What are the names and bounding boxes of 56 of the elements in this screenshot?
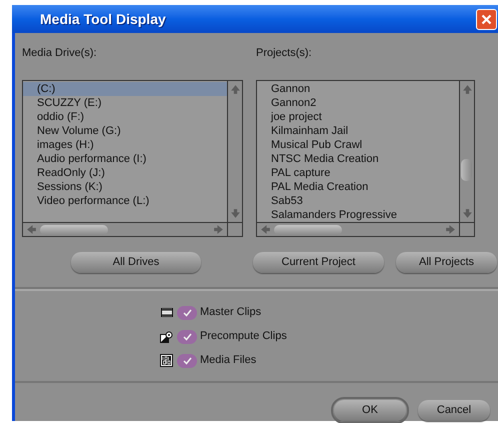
list-item[interactable]: ReadOnly (J:) <box>23 166 227 180</box>
document-gear-icon <box>160 330 173 342</box>
all-drives-button[interactable]: All Drives <box>71 252 201 273</box>
scroll-left-arrow-icon[interactable] <box>26 224 37 235</box>
scroll-left-arrow-icon[interactable] <box>260 224 271 235</box>
close-button[interactable] <box>476 8 497 30</box>
list-item[interactable]: joe project <box>257 110 459 124</box>
list-item[interactable]: Gannon <box>257 82 459 96</box>
list-item[interactable]: (C:) <box>23 82 227 96</box>
scroll-down-arrow-icon[interactable] <box>230 208 240 219</box>
ok-button[interactable]: OK <box>334 400 406 421</box>
list-item[interactable]: Video performance (L:) <box>23 194 227 208</box>
list-label: Media Drive(s): <box>22 46 98 59</box>
current-project-button[interactable]: Current Project <box>253 252 384 273</box>
scroll-down-arrow-icon[interactable] <box>462 208 472 219</box>
list-item[interactable]: Sab53 <box>257 194 459 208</box>
list-item[interactable]: SCUZZY (E:) <box>23 96 227 110</box>
cancel-button[interactable]: Cancel <box>418 400 490 421</box>
list-label: Projects(s): <box>256 46 313 59</box>
scroll-thumb[interactable] <box>461 159 472 181</box>
list-item[interactable]: images (H:) <box>23 138 227 152</box>
scroll-thumb[interactable] <box>40 224 108 234</box>
horizontal-scrollbar[interactable] <box>23 223 227 236</box>
list-item[interactable]: Musical Pub Crawl <box>257 138 459 152</box>
checkbox[interactable] <box>177 354 197 368</box>
list-item[interactable]: Gannon2 <box>257 96 459 110</box>
all-projects-button[interactable]: All Projects <box>396 252 497 273</box>
horizontal-scrollbar[interactable] <box>257 223 459 236</box>
list-item[interactable]: PAL capture <box>257 166 459 180</box>
scroll-up-arrow-icon[interactable] <box>230 84 240 95</box>
list-item[interactable]: Salamanders Progressive <box>257 208 459 222</box>
scroll-up-arrow-icon[interactable] <box>462 84 472 95</box>
option-label: Master Clips <box>200 305 262 320</box>
scroll-right-arrow-icon[interactable] <box>445 224 456 235</box>
window-title: Media Tool Display <box>40 10 166 29</box>
vertical-scrollbar[interactable] <box>227 81 242 222</box>
binary-file-icon <box>160 354 173 367</box>
option-label: Media Files <box>200 353 256 368</box>
check-icon <box>182 308 192 316</box>
list-item[interactable]: New Volume (G:) <box>23 124 227 138</box>
list-item[interactable]: PAL Media Creation <box>257 180 459 194</box>
close-icon <box>481 14 492 24</box>
option-label: Precompute Clips <box>200 329 287 344</box>
check-icon <box>182 332 192 340</box>
checkbox[interactable] <box>177 306 197 320</box>
list-item[interactable]: Audio performance (I:) <box>23 152 227 166</box>
scroll-thumb[interactable] <box>274 224 342 234</box>
film-strip-icon <box>160 308 172 317</box>
scroll-right-arrow-icon[interactable] <box>213 224 224 235</box>
list-item[interactable]: Kilmainham Jail <box>257 124 459 138</box>
check-icon <box>182 356 192 364</box>
list-item[interactable]: Sessions (K:) <box>23 180 227 194</box>
vertical-scrollbar[interactable] <box>459 81 474 222</box>
list-item[interactable]: NTSC Media Creation <box>257 152 459 166</box>
list-item[interactable]: oddio (F:) <box>23 110 227 124</box>
checkbox[interactable] <box>177 330 197 344</box>
